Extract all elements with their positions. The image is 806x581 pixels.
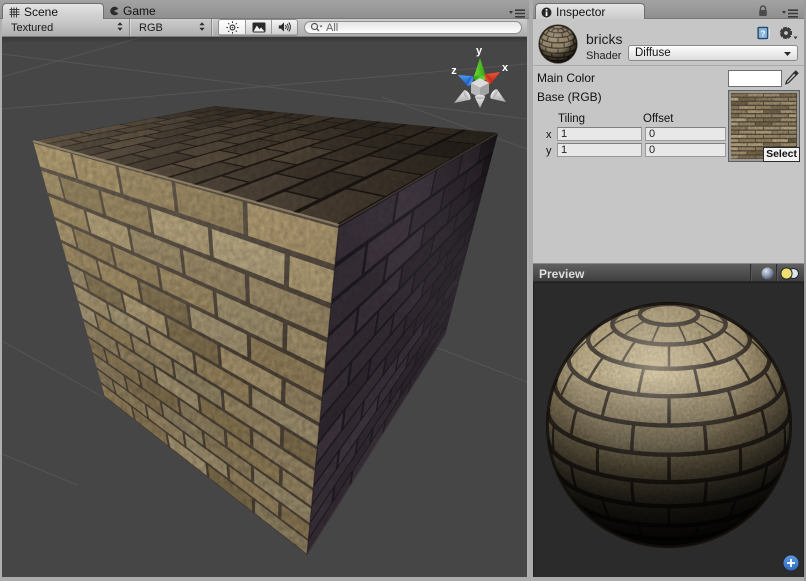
main-color-swatch[interactable] bbox=[728, 70, 782, 87]
material-thumbnail[interactable] bbox=[538, 24, 578, 64]
preview-body[interactable] bbox=[533, 282, 804, 578]
color-mode-dropdown[interactable]: RGB bbox=[130, 19, 212, 36]
scene-panel: Scene Game Textured RGB bbox=[0, 0, 529, 581]
color-mode-value: RGB bbox=[139, 22, 194, 34]
scene-viewport[interactable]: y x z bbox=[2, 37, 527, 577]
row-y-label: y bbox=[546, 145, 552, 157]
shader-value: Diffuse bbox=[635, 47, 784, 59]
texture-thumbnail[interactable]: Select bbox=[728, 90, 800, 162]
scene-tabbar: Scene Game bbox=[0, 0, 529, 19]
shader-label: Shader bbox=[586, 50, 621, 62]
scene-cube[interactable] bbox=[33, 106, 498, 555]
row-x-label: x bbox=[546, 129, 552, 141]
speaker-icon bbox=[278, 21, 291, 33]
tab-game[interactable]: Game bbox=[104, 3, 176, 19]
scene-canvas[interactable]: y x z bbox=[2, 37, 527, 577]
gizmo-label-x: x bbox=[502, 62, 509, 74]
search-icon bbox=[310, 22, 323, 33]
material-preview-thumb[interactable] bbox=[538, 24, 578, 69]
render-mode-value: Textured bbox=[11, 22, 112, 34]
tiling-y-field[interactable]: 1 bbox=[557, 143, 642, 157]
scene-search-field[interactable]: All bbox=[304, 21, 522, 34]
gizmo-y-axis-cone[interactable] bbox=[474, 58, 487, 81]
inspector-tabbar: Inspector bbox=[533, 0, 804, 19]
preview-title: Preview bbox=[539, 267, 584, 281]
chevron-down-icon bbox=[784, 47, 791, 59]
svg-text:?: ? bbox=[760, 28, 765, 38]
inspector-panel: Inspector bricks Shader ? Diffuse Main C… bbox=[533, 0, 804, 581]
gear-icon[interactable] bbox=[779, 26, 798, 46]
sun-icon bbox=[226, 21, 239, 34]
main-color-label: Main Color bbox=[537, 71, 595, 85]
offset-y-field[interactable]: 0 bbox=[645, 143, 726, 157]
viewport-top-shadow bbox=[2, 37, 527, 43]
tab-inspector-label: Inspector bbox=[556, 5, 605, 19]
skybox-fx-toggle-button[interactable] bbox=[245, 20, 271, 34]
select-button[interactable]: Select bbox=[763, 147, 800, 162]
audio-toggle-button[interactable] bbox=[271, 20, 297, 34]
splitter-vertical[interactable] bbox=[529, 0, 533, 581]
search-value: All bbox=[326, 22, 338, 34]
help-icon[interactable]: ? bbox=[756, 26, 771, 46]
preview-separator bbox=[750, 264, 752, 281]
preview-sphere[interactable] bbox=[533, 282, 804, 578]
gizmo-label-z: z bbox=[451, 65, 457, 77]
scene-toggle-group bbox=[218, 19, 298, 36]
gizmo-label-y: y bbox=[476, 45, 483, 57]
shader-dropdown[interactable]: Diffuse bbox=[628, 45, 798, 61]
eyedropper-icon[interactable] bbox=[785, 69, 800, 90]
inspector-separator bbox=[533, 65, 804, 66]
preview-separator2 bbox=[776, 264, 778, 281]
render-mode-dropdown[interactable]: Textured bbox=[2, 19, 130, 36]
preview-header[interactable]: Preview bbox=[533, 263, 804, 282]
material-name: bricks bbox=[586, 31, 623, 47]
inspector-body: bricks Shader ? Diffuse Main Color Base … bbox=[533, 19, 804, 263]
offset-header: Offset bbox=[643, 113, 673, 125]
info-icon bbox=[541, 7, 552, 18]
lighting-toggle-button[interactable] bbox=[219, 20, 245, 34]
tab-game-label: Game bbox=[123, 4, 156, 18]
unity-editor-window: Scene Game Textured RGB bbox=[0, 0, 806, 581]
scene-toolbar: Textured RGB All bbox=[2, 19, 527, 37]
tiling-header: Tiling bbox=[558, 113, 585, 125]
offset-x-field[interactable]: 0 bbox=[645, 127, 726, 141]
window-bottom-edge bbox=[0, 577, 806, 581]
game-icon bbox=[109, 6, 119, 16]
tab-scene[interactable]: Scene bbox=[2, 3, 104, 20]
add-preview-button[interactable] bbox=[783, 555, 799, 576]
tab-inspector[interactable]: Inspector bbox=[535, 3, 645, 20]
image-icon bbox=[252, 22, 266, 33]
updown-arrows-icon bbox=[117, 22, 123, 34]
axis-gizmo[interactable]: y x z bbox=[451, 45, 509, 108]
tab-scene-label: Scene bbox=[24, 5, 58, 19]
grid-icon bbox=[8, 6, 20, 18]
base-rgb-label: Base (RGB) bbox=[537, 90, 602, 104]
updown-arrows-icon bbox=[199, 22, 205, 34]
tiling-x-field[interactable]: 1 bbox=[557, 127, 642, 141]
